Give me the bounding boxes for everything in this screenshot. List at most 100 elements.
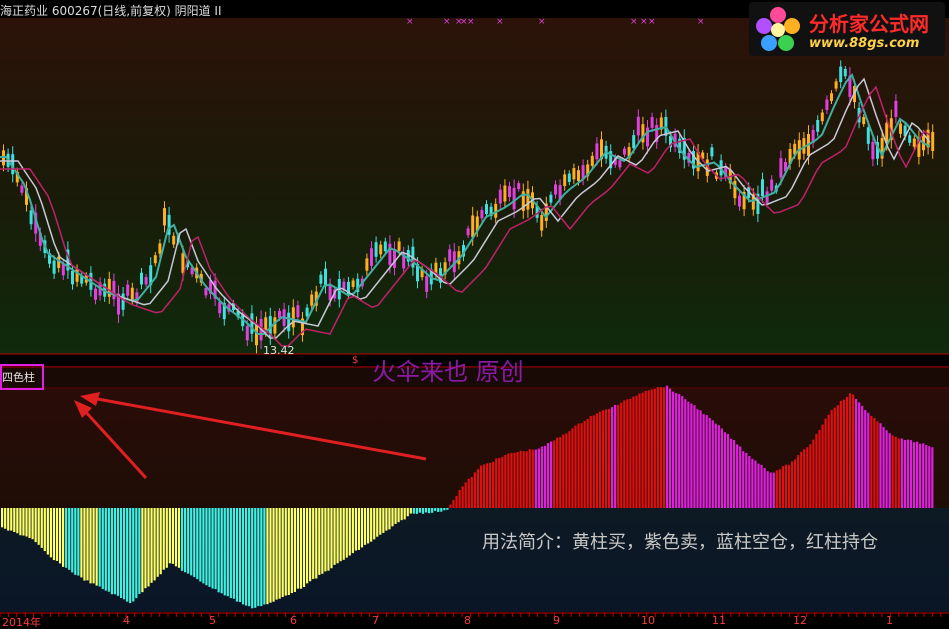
candle-body <box>319 274 323 284</box>
indicator-bar <box>778 469 781 508</box>
indicator-bar <box>184 508 187 573</box>
indicator-bar <box>522 451 525 508</box>
indicator-bar <box>315 508 318 579</box>
indicator-bar <box>485 463 489 508</box>
indicator-bar <box>864 410 867 508</box>
indicator-name[interactable]: 四色柱 <box>2 369 35 385</box>
indicator-bar <box>528 449 531 508</box>
indicator-bar <box>351 508 354 554</box>
indicator-bar <box>373 508 376 540</box>
indicator-bar <box>397 508 400 523</box>
indicator-bar <box>687 401 690 508</box>
indicator-bar <box>1 508 4 528</box>
indicator-bar <box>321 508 324 574</box>
indicator-bar <box>43 508 46 552</box>
indicator-bar <box>162 508 165 570</box>
candle-body <box>761 179 764 197</box>
indicator-bar <box>470 476 473 508</box>
indicator-bar <box>58 508 62 564</box>
indicator-bar <box>815 433 818 508</box>
candle-body <box>471 215 475 238</box>
candle-body <box>770 179 774 191</box>
indicator-bar <box>553 440 556 508</box>
indicator-bar <box>714 423 717 508</box>
indicator-bar <box>876 421 879 508</box>
indicator-bar <box>568 431 571 508</box>
candle-body <box>563 174 567 187</box>
indicator-bar <box>882 427 885 508</box>
indicator-bar <box>659 387 662 508</box>
candle-body <box>29 210 33 225</box>
indicator-bar <box>583 421 586 508</box>
indicator-bar <box>550 441 553 508</box>
x-axis-label: 11 <box>712 614 726 627</box>
candle-body <box>508 186 511 198</box>
indicator-bar <box>272 508 275 602</box>
indicator-bar <box>745 452 748 508</box>
indicator-bar <box>13 508 16 533</box>
indicator-bar <box>388 508 391 530</box>
indicator-bar <box>604 409 608 508</box>
indicator-bar <box>452 500 455 508</box>
indicator-bar <box>733 440 736 508</box>
indicator-bar <box>138 508 141 594</box>
indicator-bar <box>806 447 809 508</box>
indicator-bar <box>565 433 568 508</box>
candle-body <box>397 241 401 251</box>
indicator-bar <box>257 508 260 607</box>
indicator-bar <box>306 508 309 584</box>
candle-body <box>324 268 327 287</box>
indicator-bar <box>769 472 772 508</box>
candle-body <box>351 280 355 287</box>
indicator-bar <box>440 508 443 512</box>
indicator-bar <box>629 398 632 508</box>
candle-body <box>153 255 157 264</box>
candle-body <box>843 68 847 77</box>
indicator-bar <box>434 508 437 511</box>
indicator-bar <box>52 508 56 561</box>
indicator-bar <box>888 433 891 508</box>
indicator-bar <box>174 508 178 567</box>
candle-body <box>839 66 843 83</box>
indicator-bar <box>348 508 351 556</box>
indicator-bar <box>537 448 540 508</box>
indicator-bar <box>312 508 315 579</box>
indicator-bar <box>675 393 678 508</box>
indicator-bar <box>647 390 650 508</box>
candle-body <box>379 244 383 255</box>
indicator-bar <box>644 390 647 508</box>
indicator-bar <box>104 508 107 591</box>
indicator-bar <box>482 464 486 508</box>
indicator-bar <box>504 454 507 508</box>
indicator-bar <box>611 407 614 508</box>
indicator-bar <box>55 508 59 561</box>
indicator-bar <box>614 404 617 508</box>
x-axis-label: 9 <box>553 614 560 627</box>
indicator-bar <box>931 447 934 508</box>
candle-body <box>393 249 396 268</box>
indicator-bar <box>309 508 312 582</box>
indicator-bar <box>16 508 19 534</box>
candle-body <box>595 143 599 160</box>
indicator-bar <box>562 434 565 508</box>
candle-body <box>172 235 176 245</box>
indicator-bar <box>723 432 727 508</box>
indicator-bar <box>34 508 37 543</box>
indicator-bar <box>281 508 284 598</box>
indicator-bar <box>772 472 775 508</box>
indicator-bar <box>919 443 922 508</box>
indicator-bar <box>391 508 394 527</box>
candle-body <box>549 194 553 203</box>
indicator-bar <box>812 439 815 508</box>
candle-body <box>590 155 594 166</box>
indicator-bar <box>601 410 605 508</box>
candle-body <box>646 127 649 147</box>
indicator-bar <box>848 393 852 508</box>
candle-body <box>245 325 249 341</box>
indicator-bar <box>757 463 760 508</box>
indicator-bar <box>742 451 745 508</box>
indicator-bar <box>873 418 876 508</box>
candle-body <box>632 135 636 149</box>
indicator-bar <box>754 460 757 508</box>
indicator-bar <box>107 508 110 592</box>
